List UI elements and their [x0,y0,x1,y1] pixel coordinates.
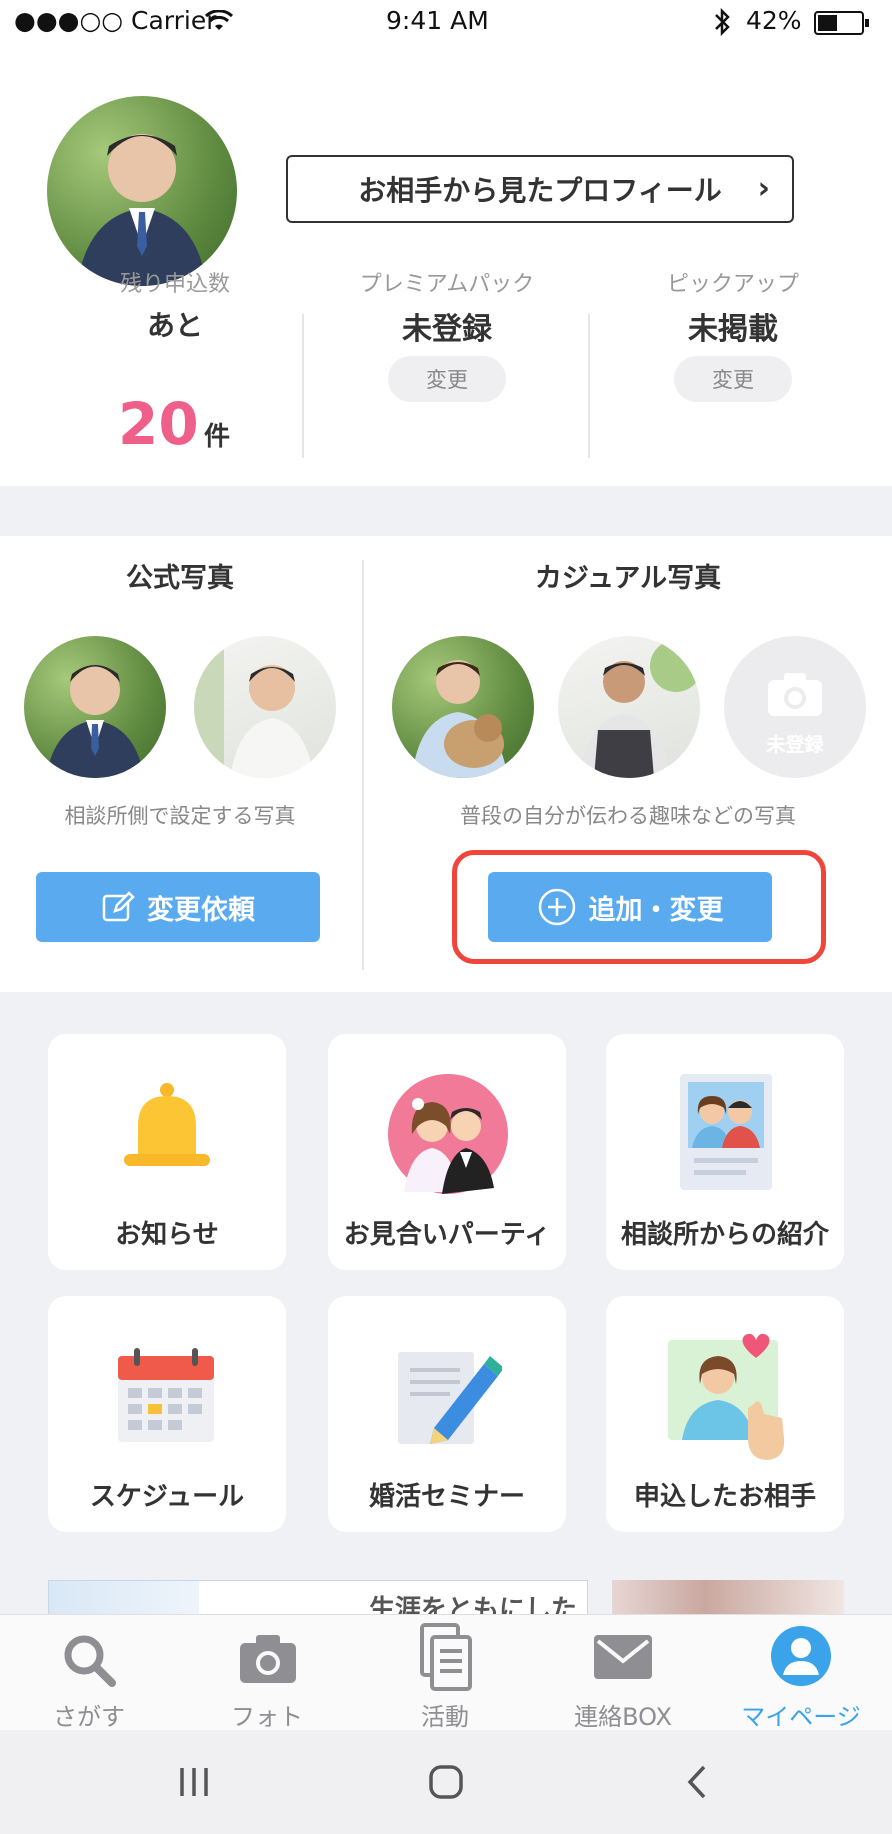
view-profile-label: お相手から見たプロフィール [358,174,722,207]
premium-change-button[interactable]: 変更 [388,356,506,402]
official-photo-2[interactable] [194,636,336,778]
remaining-count: 20 [118,390,199,458]
mail-icon [594,1635,652,1679]
camera-icon [768,673,822,716]
tile-label: お見合いパーティ [343,1220,551,1250]
tab-label: フォト [231,1703,303,1731]
casual-photos-title: カジュアル写真 [534,563,722,594]
tile-marriage-seminar[interactable]: 婚活セミナー [328,1296,566,1532]
casual-photos-caption: 普段の自分が伝わる趣味などの写真 [460,804,796,828]
couple-icon [388,1074,508,1194]
home-icon[interactable] [428,1764,464,1800]
empty-photo-label: 未登録 [766,734,824,756]
tile-label: スケジュール [89,1482,245,1512]
official-photo-1[interactable] [24,636,166,778]
camera-icon [240,1635,296,1683]
tab-label: マイページ [741,1703,861,1731]
request-change-label: 変更依頼 [147,894,255,926]
tile-schedule[interactable]: スケジュール [48,1296,286,1532]
view-profile-button[interactable]: お相手から見たプロフィール › [286,155,794,223]
bell-icon [124,1083,210,1166]
tab-photo[interactable]: フォト [178,1615,356,1731]
system-nav-bar [0,1730,892,1834]
carrier-text: ●●●○○ Carrier [14,6,217,35]
status-bar: ●●●○○ Carrier 9:41 AM 42% [0,0,892,46]
tile-label: お知らせ [115,1220,219,1250]
remaining-unit: 件 [204,422,231,452]
battery-icon [814,11,869,35]
tab-mypage[interactable]: マイページ [712,1615,890,1731]
highlight-outline [452,850,826,964]
tab-label: 活動 [421,1703,469,1731]
wifi-icon [204,10,234,30]
chevron-right-icon: › [757,171,770,206]
tab-inbox[interactable]: 連絡BOX [534,1615,712,1731]
documents-icon [420,1623,472,1691]
official-photos-caption: 相談所側で設定する写真 [64,804,296,828]
status-time: 9:41 AM [386,6,489,35]
photo-section: 公式写真 相談所側で設定する写真 変更依頼 カジュアル写真 未登録 普段の自分が… [0,536,892,992]
tile-label: 相談所からの紹介 [620,1220,829,1250]
tile-matchmaking-party[interactable]: お見合いパーティ [328,1034,566,1270]
pickup-change-button[interactable]: 変更 [674,356,792,402]
tab-label: さがす [53,1703,125,1731]
remaining-prefix: あと [146,309,203,342]
pickup-value: 未掲載 [688,312,778,347]
divider [302,314,304,458]
request-change-button[interactable]: 変更依頼 [36,872,320,942]
tab-bar: さがす フォト 活動 連絡BOX マイページ [0,1614,892,1731]
tile-label: 婚活セミナー [368,1482,525,1512]
premium-value: 未登録 [402,312,492,347]
empty-photo-slot[interactable]: 未登録 [724,636,866,778]
divider [588,314,590,458]
tile-label: 申込したお相手 [633,1482,816,1512]
tile-agency-introduction[interactable]: 相談所からの紹介 [606,1034,844,1270]
profile-summary-section: お相手から見たプロフィール › 残り申込数 あと 20 件 プレミアムパック 未… [0,46,892,486]
pickup-label: ピックアップ [666,272,799,297]
calendar-icon [118,1348,214,1442]
casual-photo-1[interactable] [392,636,534,778]
avatar[interactable] [47,96,237,286]
bluetooth-icon [715,8,730,36]
premium-label: プレミアムパック [359,272,535,297]
introduction-icon [680,1074,772,1190]
seminar-icon [398,1352,502,1444]
casual-photo-2[interactable] [558,636,700,778]
remaining-label: 残り申込数 [119,272,230,297]
tab-search[interactable]: さがす [0,1615,178,1731]
tab-activity[interactable]: 活動 [356,1615,534,1731]
tile-applied-partners[interactable]: 申込したお相手 [606,1296,844,1532]
official-photos-title: 公式写真 [126,563,234,594]
tab-label: 連絡BOX [574,1703,672,1731]
tile-notifications[interactable]: お知らせ [48,1034,286,1270]
back-icon[interactable] [684,1764,710,1800]
battery-percent: 42% [746,6,802,35]
search-icon [64,1635,116,1687]
edit-icon [102,891,135,922]
divider [362,560,364,970]
applied-partner-icon [668,1334,785,1460]
recent-apps-icon[interactable] [176,1766,212,1798]
user-icon [771,1626,831,1686]
